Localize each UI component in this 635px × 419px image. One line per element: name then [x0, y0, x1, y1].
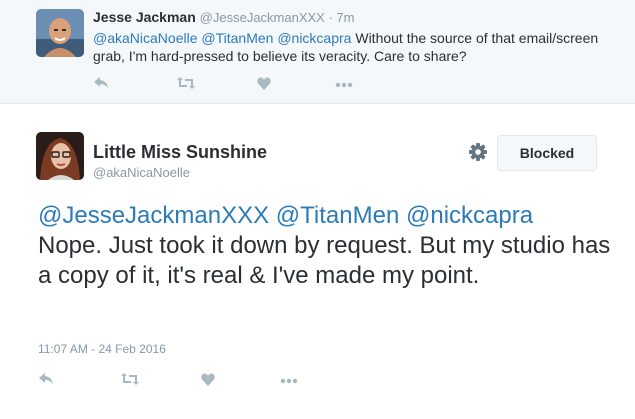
main-tweet: Little Miss Sunshine @akaNicaNoelle Bloc… — [0, 104, 635, 419]
tweet-text: @JesseJackmanXXX @TitanMen @nickcapra Nop… — [38, 201, 618, 291]
gear-icon[interactable] — [468, 142, 488, 162]
blocked-button[interactable]: Blocked — [497, 135, 597, 171]
mention-link[interactable]: @JesseJackmanXXX — [38, 202, 269, 229]
reply-text: @akaNicaNoelle @TitanMen @nickcapra With… — [93, 29, 613, 65]
author-handle[interactable]: @akaNicaNoelle — [93, 165, 190, 180]
mention-link[interactable]: @nickcapra — [277, 30, 351, 46]
reply-tweet: Jesse Jackman @JesseJackmanXXX · 7m @aka… — [0, 0, 635, 104]
like-icon[interactable] — [201, 370, 215, 388]
reply-icon[interactable] — [93, 74, 109, 92]
more-icon[interactable] — [280, 372, 298, 390]
avatar[interactable] — [36, 9, 84, 57]
reply-time[interactable]: 7m — [336, 10, 354, 25]
reply-header: Jesse Jackman @JesseJackmanXXX · 7m — [93, 9, 354, 25]
mention-link[interactable]: @nickcapra — [406, 202, 533, 229]
more-icon[interactable] — [335, 76, 353, 94]
reply-icon[interactable] — [38, 370, 54, 388]
author-name[interactable]: Little Miss Sunshine — [93, 142, 267, 163]
tweet-body: Nope. Just took it down by request. But … — [38, 232, 611, 289]
retweet-icon[interactable] — [176, 74, 196, 92]
like-icon[interactable] — [257, 74, 271, 92]
reply-author-name[interactable]: Jesse Jackman — [93, 9, 196, 25]
separator: · — [324, 10, 337, 25]
mention-link[interactable]: @TitanMen — [201, 30, 273, 46]
mention-link[interactable]: @TitanMen — [276, 202, 400, 229]
avatar[interactable] — [36, 132, 84, 180]
reply-author-handle[interactable]: @JesseJackmanXXX — [200, 10, 325, 25]
retweet-icon[interactable] — [120, 370, 140, 388]
mention-link[interactable]: @akaNicaNoelle — [93, 30, 197, 46]
tweet-timestamp[interactable]: 11:07 AM - 24 Feb 2016 — [38, 342, 166, 356]
